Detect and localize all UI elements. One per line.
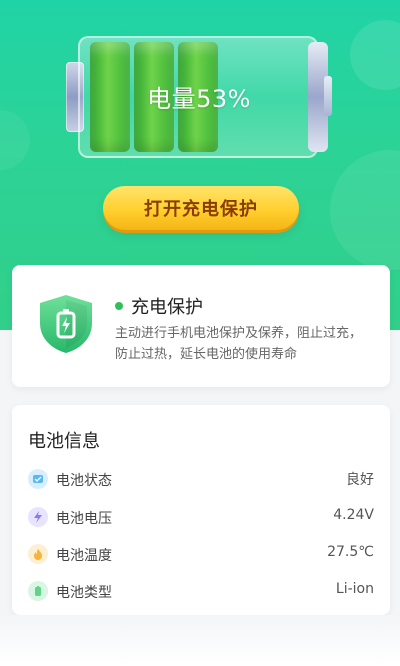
- decor-bubble: [330, 150, 400, 270]
- battery-status-value: 良好: [346, 472, 374, 488]
- battery-status-row[interactable]: 电池状态 良好: [28, 467, 374, 491]
- status-icon: [28, 469, 48, 489]
- battery-graphic: 电量53%: [66, 36, 332, 158]
- battery-info-card: 电池信息 电池状态 良好 电池电压 4.24V 电池温度 27.5℃ 电池类型 …: [12, 405, 390, 615]
- battery-info-title: 电池信息: [28, 431, 100, 452]
- battery-status-label: 电池状态: [56, 473, 112, 489]
- battery-type-icon: [28, 581, 48, 601]
- voltage-icon: [28, 507, 48, 527]
- decor-bubble: [350, 20, 400, 90]
- battery-voltage-value: 4.24V: [333, 507, 374, 523]
- bottom-fade: [0, 615, 400, 666]
- battery-voltage-label: 电池电压: [56, 511, 112, 527]
- battery-type-label: 电池类型: [56, 585, 112, 601]
- charge-protection-title-text: 充电保护: [131, 297, 203, 318]
- charge-protection-card[interactable]: 充电保护 主动进行手机电池保护及保养，阻止过充，防止过热，延长电池的使用寿命: [12, 265, 390, 387]
- battery-type-value: Li-ion: [335, 581, 374, 597]
- battery-voltage-row[interactable]: 电池电压 4.24V: [28, 505, 374, 529]
- shield-battery-icon: [40, 295, 92, 353]
- battery-temperature-row[interactable]: 电池温度 27.5℃: [28, 542, 374, 566]
- battery-temperature-label: 电池温度: [56, 548, 112, 564]
- enable-charge-protection-button[interactable]: 打开充电保护: [103, 186, 299, 230]
- charge-protection-description: 主动进行手机电池保护及保养，阻止过充，防止过热，延长电池的使用寿命: [115, 326, 363, 362]
- status-dot: [115, 302, 123, 310]
- decor-bubble: [0, 110, 30, 170]
- battery-type-row[interactable]: 电池类型 Li-ion: [28, 579, 374, 603]
- charge-protection-title: 充电保护: [115, 293, 203, 319]
- battery-temperature-value: 27.5℃: [327, 544, 374, 560]
- temperature-icon: [28, 544, 48, 564]
- battery-level-label: 电量53%: [147, 85, 251, 113]
